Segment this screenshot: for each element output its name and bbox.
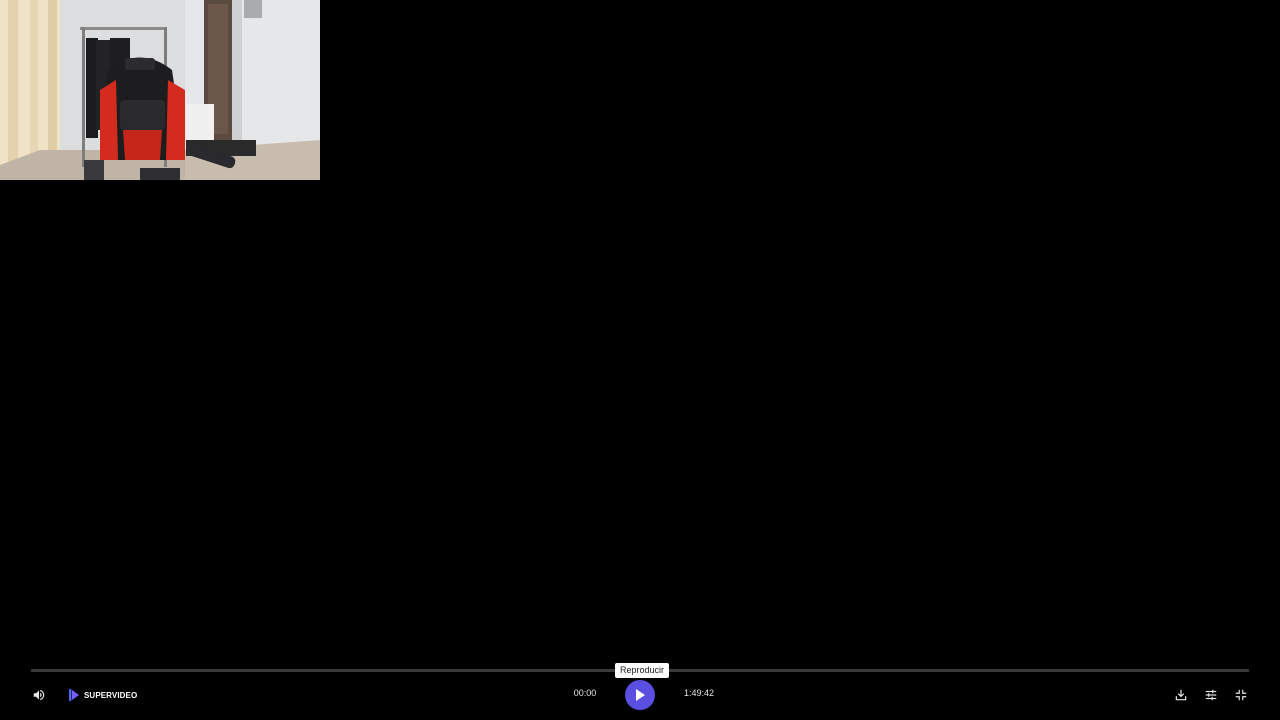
play-tooltip: Reproducir [615, 663, 670, 678]
control-bar: SUPERVIDEO 00:00 1:49:42 [0, 680, 1280, 710]
download-icon [1175, 689, 1187, 701]
play-icon [636, 689, 645, 701]
fullscreen-button[interactable] [1232, 686, 1250, 704]
video-player[interactable]: Reproducir SUPERVIDEO 00:00 1:49:42 [0, 0, 1280, 720]
exit-fullscreen-icon [1235, 689, 1247, 701]
brand-name: SUPERVIDEO [84, 690, 138, 700]
video-scene-image [0, 0, 320, 180]
settings-icon [1205, 689, 1217, 701]
brand-logo[interactable]: SUPERVIDEO [68, 687, 137, 703]
volume-icon [33, 689, 45, 701]
video-frame[interactable] [0, 0, 320, 180]
play-button[interactable] [625, 680, 655, 710]
download-button[interactable] [1172, 686, 1190, 704]
settings-button[interactable] [1202, 686, 1220, 704]
total-duration: 1:49:42 [683, 688, 715, 698]
volume-button[interactable] [30, 686, 48, 704]
current-time: 00:00 [573, 688, 597, 698]
supervideo-logo-icon [69, 689, 79, 701]
